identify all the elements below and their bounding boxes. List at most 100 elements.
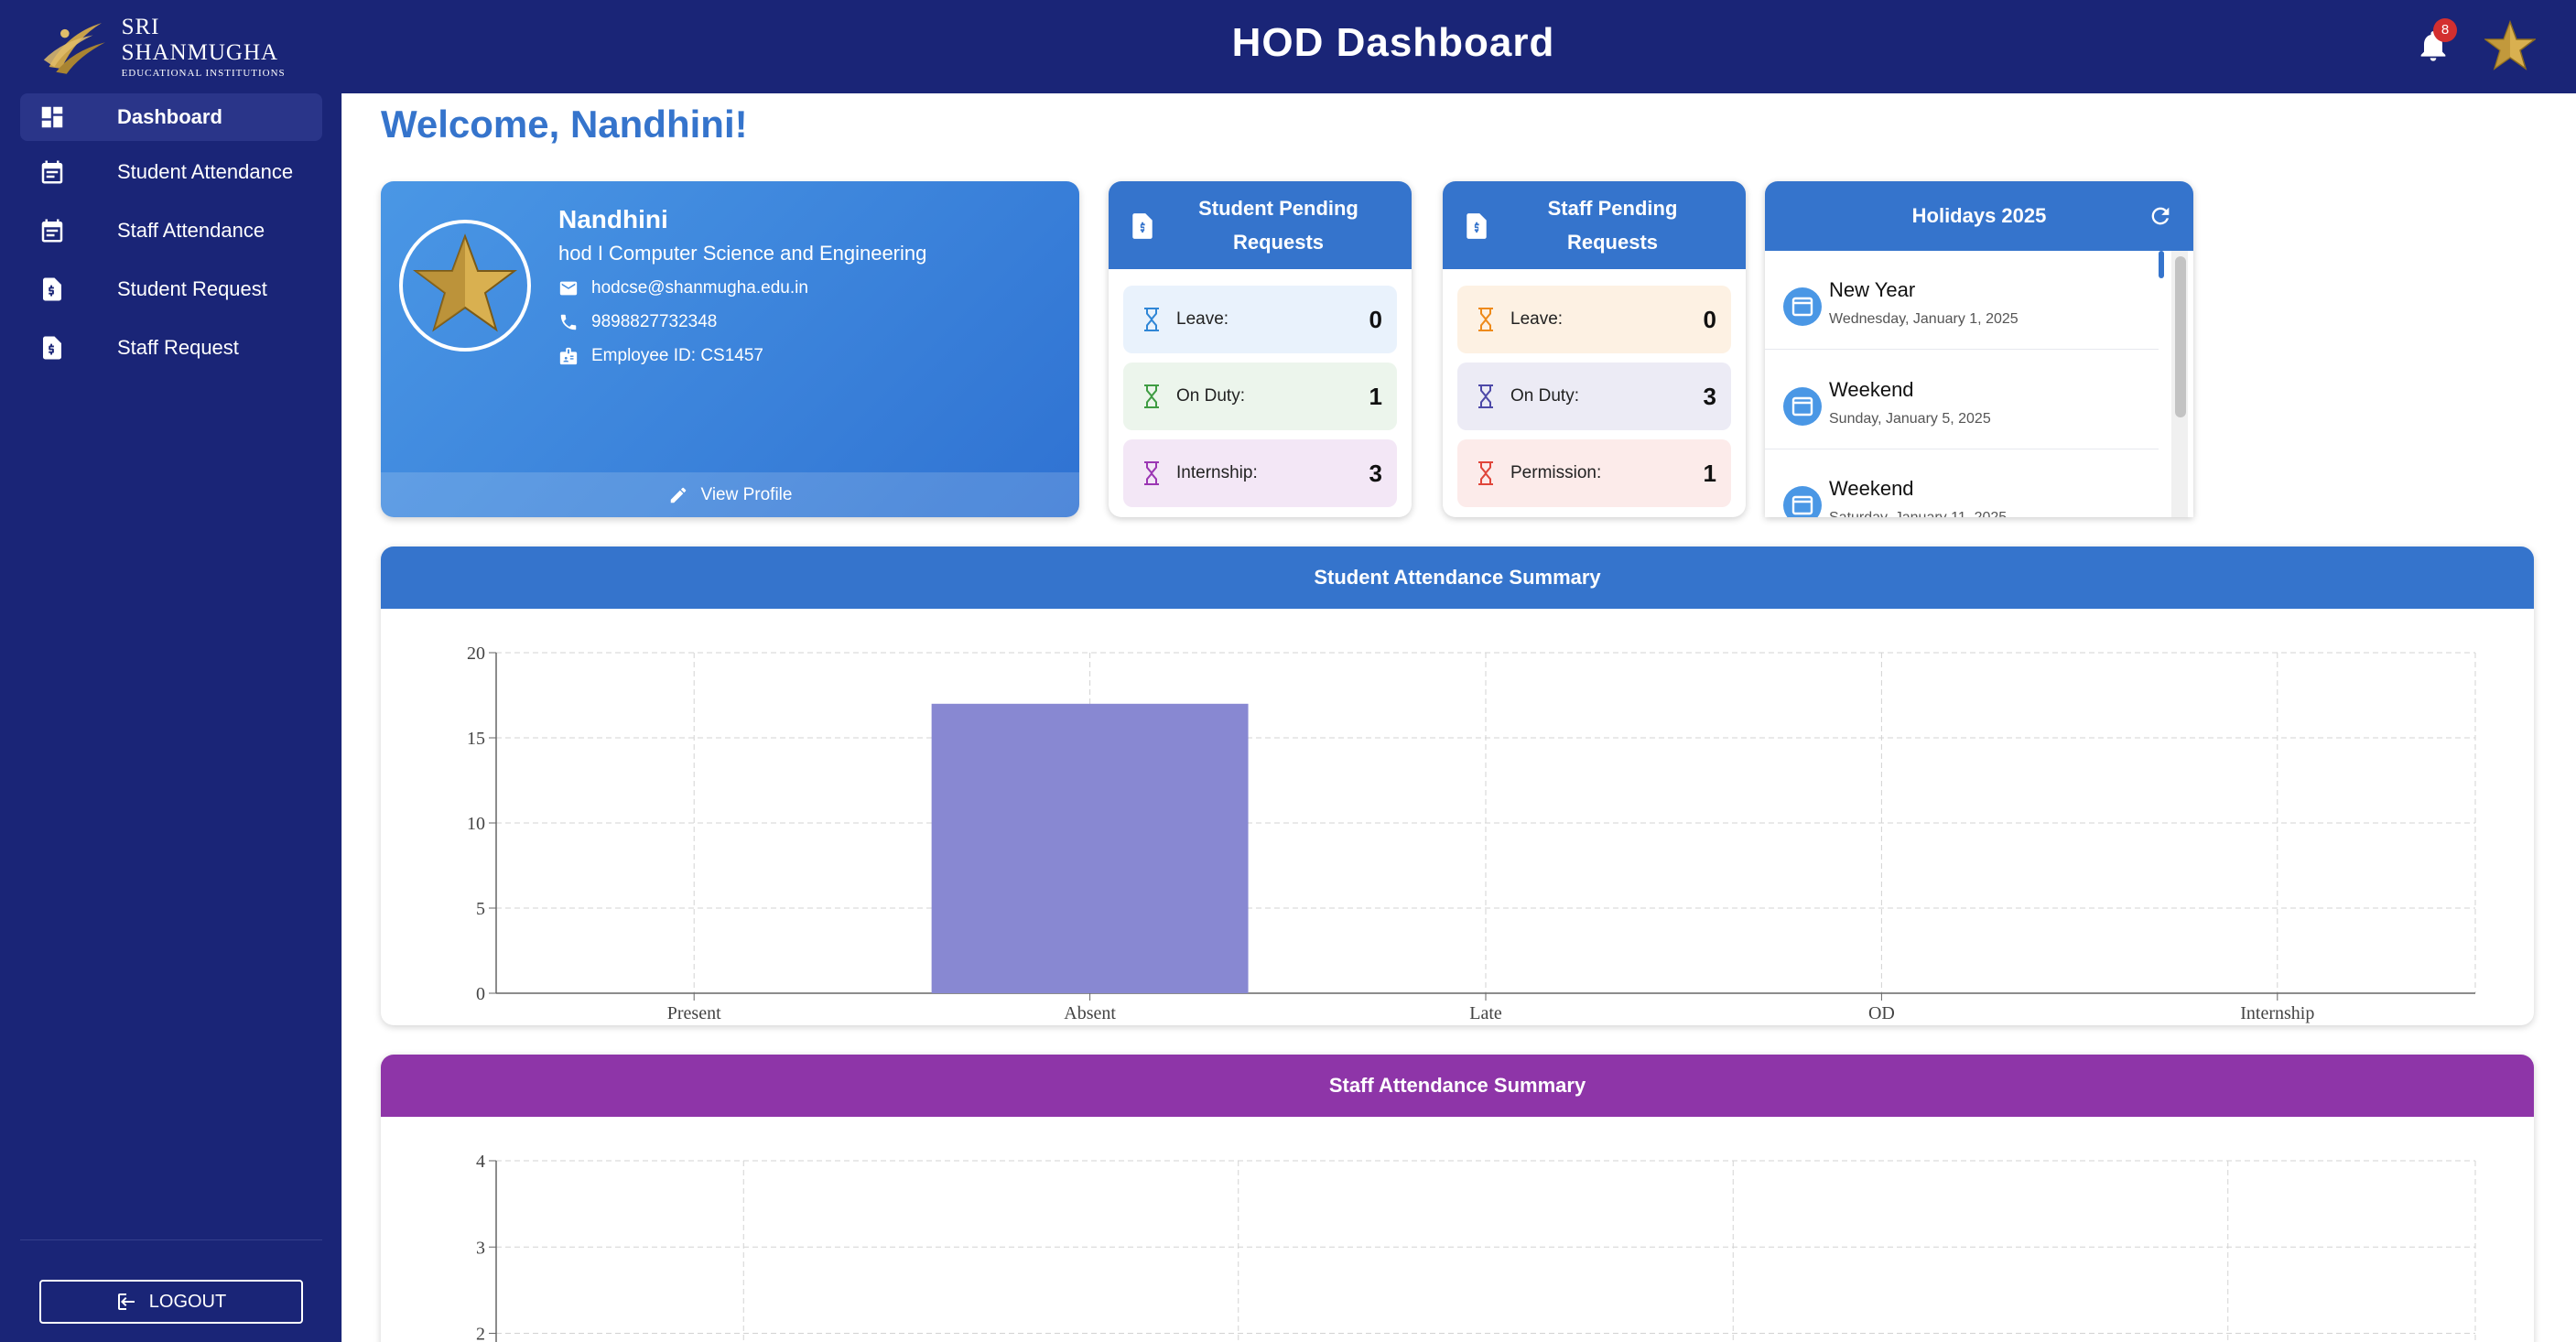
request-count: 0 (1369, 305, 1382, 333)
calendar-icon (1783, 287, 1822, 326)
profile-employee-id: Employee ID: CS1457 (591, 346, 763, 365)
holiday-item[interactable]: New Year Wednesday, January 1, 2025 (1765, 251, 2159, 350)
staff-leave-row[interactable]: Leave: 0 (1457, 286, 1731, 353)
hourglass-icon (1478, 308, 1493, 331)
request-label: Permission: (1510, 463, 1602, 482)
staff-attendance-summary: Staff Attendance Summary 2 3 4 (381, 1055, 2534, 1342)
page-title: HOD Dashboard (1231, 20, 1555, 65)
holiday-name: Weekend (1829, 477, 1914, 500)
staff-attendance-chart: 2 3 4 (476, 1152, 2476, 1342)
calendar-icon (41, 160, 63, 184)
staff-on-duty-row[interactable]: On Duty: 3 (1457, 363, 1731, 430)
sidebar-item-label: Dashboard (117, 105, 222, 128)
hourglass-icon (1144, 308, 1159, 331)
document-icon (1132, 213, 1153, 239)
request-label: Leave: (1510, 309, 1564, 329)
refresh-icon[interactable] (2148, 203, 2173, 229)
sidebar-item-student-request[interactable]: Student Request (20, 265, 322, 313)
dashboard-icon (41, 106, 63, 128)
student-attendance-header: Student Attendance Summary (381, 547, 2534, 609)
x-tick-label: Internship (2240, 1003, 2314, 1023)
y-tick-label: 20 (467, 644, 485, 664)
profile-email: hodcse@shanmugha.edu.in (591, 278, 808, 298)
request-count: 0 (1703, 305, 1716, 333)
student-pending-requests-card: Student Pending Requests Leave: 0 On Dut… (1109, 181, 1412, 517)
x-tick-label: Present (667, 1003, 721, 1023)
student-on-duty-row[interactable]: On Duty: 1 (1123, 363, 1397, 430)
document-icon (43, 277, 61, 301)
y-tick-label: 2 (476, 1325, 485, 1342)
x-tick-label: Absent (1064, 1003, 1116, 1023)
student-internship-row[interactable]: Internship: 3 (1123, 439, 1397, 507)
logout-label: LOGOUT (148, 1291, 227, 1312)
holidays-title: Holidays 2025 (1911, 204, 2047, 227)
staff-pending-header: Staff Pending Requests (1443, 181, 1746, 269)
profile-email-row: hodcse@shanmugha.edu.in (558, 278, 808, 298)
document-icon (43, 336, 61, 360)
view-profile-button[interactable]: View Profile (381, 472, 1079, 517)
user-avatar-star-icon[interactable] (2484, 20, 2536, 71)
holiday-item[interactable]: Weekend Saturday, January 11, 2025 (1765, 449, 2159, 517)
x-tick-label: OD (1868, 1003, 1895, 1023)
request-label: Leave: (1176, 309, 1229, 329)
y-tick-label: 3 (476, 1238, 485, 1258)
staff-attendance-header: Staff Attendance Summary (381, 1055, 2534, 1117)
sidebar-item-label: Student Attendance (117, 160, 294, 183)
document-icon (1467, 213, 1487, 239)
request-count: 1 (1703, 459, 1716, 487)
hourglass-icon (1478, 384, 1493, 408)
hourglass-icon (1144, 384, 1159, 408)
bar-absent (931, 703, 1249, 993)
logout-button[interactable]: LOGOUT (39, 1280, 303, 1324)
calendar-icon (1783, 387, 1822, 426)
sidebar-item-staff-request[interactable]: Staff Request (20, 324, 322, 372)
student-leave-row[interactable]: Leave: 0 (1123, 286, 1397, 353)
request-label: On Duty: (1510, 386, 1579, 406)
staff-permission-row[interactable]: Permission: 1 (1457, 439, 1731, 507)
profile-card: Nandhini hod I Computer Science and Engi… (381, 181, 1079, 517)
calendar-icon (1783, 486, 1822, 517)
request-count: 1 (1369, 382, 1382, 410)
staff-pending-requests-card: Staff Pending Requests Leave: 0 On Duty:… (1443, 181, 1746, 517)
profile-phone: 9898827732348 (591, 312, 718, 331)
edit-pencil-icon (670, 487, 686, 503)
welcome-heading: Welcome, Nandhini! (381, 103, 748, 146)
holidays-header: Holidays 2025 (1765, 181, 2193, 251)
student-attendance-chart: 05101520PresentAbsentLateODInternshipCou… (467, 644, 2476, 1023)
request-label: On Duty: (1176, 386, 1245, 406)
gold-star-icon (413, 233, 517, 332)
notification-badge: 8 (2433, 18, 2457, 42)
sidebar-item-label: Staff Request (117, 336, 239, 359)
holiday-date: Sunday, January 5, 2025 (1829, 411, 1991, 427)
holiday-name: Weekend (1829, 378, 1914, 401)
calendar-icon (41, 219, 63, 243)
profile-phone-row: 9898827732348 (558, 312, 717, 332)
profile-name: Nandhini (558, 205, 668, 233)
sidebar-item-student-attendance[interactable]: Student Attendance (20, 148, 322, 196)
holiday-name: New Year (1829, 278, 1916, 301)
holiday-item[interactable]: Weekend Sunday, January 5, 2025 (1765, 351, 2159, 449)
y-tick-label: 5 (476, 899, 485, 919)
holidays-card: Holidays 2025 New Year Wednesday, Januar… (1765, 181, 2193, 517)
hourglass-icon (1144, 461, 1159, 485)
student-attendance-summary: Student Attendance Summary 0 5 10 15 20 Prese… (381, 547, 2534, 1025)
holiday-date: Saturday, January 11, 2025 (1829, 510, 2007, 517)
sidebar: Dashboard Student Attendance Staff Atten… (0, 93, 341, 1342)
request-label: Internship: (1176, 463, 1258, 482)
phone-icon (560, 314, 577, 330)
sidebar-item-dashboard[interactable]: Dashboard (20, 93, 322, 141)
y-tick-label: 15 (467, 729, 485, 749)
request-count: 3 (1369, 459, 1382, 487)
sidebar-item-label: Student Request (117, 277, 267, 300)
sidebar-divider (20, 1239, 322, 1240)
sidebar-item-staff-attendance[interactable]: Staff Attendance (20, 207, 322, 254)
holidays-scroll-thumb[interactable] (2175, 256, 2186, 417)
logout-icon (117, 1293, 135, 1310)
student-pending-header: Student Pending Requests (1109, 181, 1412, 269)
y-tick-label: 4 (476, 1152, 485, 1172)
request-count: 3 (1703, 382, 1716, 410)
holidays-scroll-accent (2159, 251, 2164, 278)
y-tick-label: 0 (476, 984, 485, 1004)
hourglass-icon (1478, 461, 1493, 485)
holiday-date: Wednesday, January 1, 2025 (1829, 311, 2019, 327)
